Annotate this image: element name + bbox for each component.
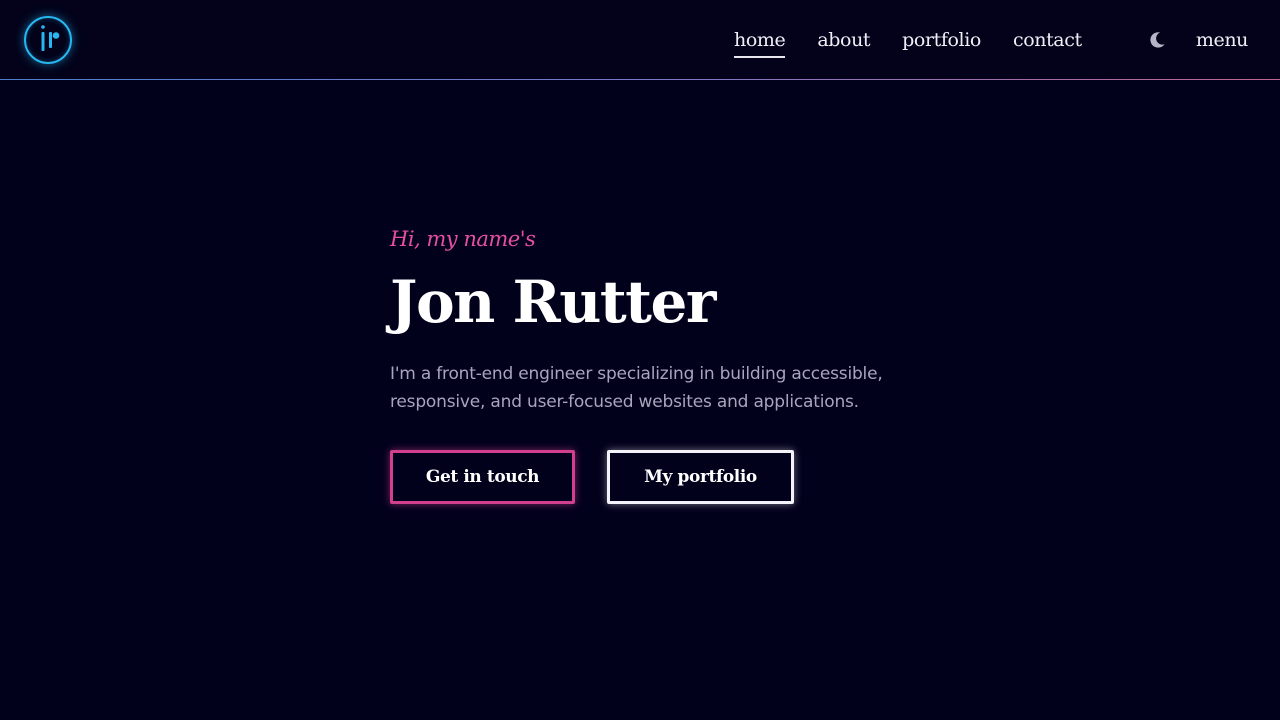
hero-name: Jon Rutter [390,268,716,336]
nav-about-link[interactable]: about [817,28,870,52]
site-header: home about portfolio contact menu [0,0,1280,79]
hero-section: Hi, my name's Jon Rutter I'm a front-end… [390,222,910,504]
header-divider [0,79,1280,80]
nav-portfolio-link[interactable]: portfolio [902,28,981,52]
nav-contact-link[interactable]: contact [1013,28,1082,52]
hero-intro: I'm a front-end engineer specializing in… [390,364,883,412]
logo-mark [41,25,60,51]
hero-greeting: Hi, my name's [390,227,536,251]
main-nav: home about portfolio contact [734,28,1082,58]
page: home about portfolio contact menu Hi, my… [0,0,1280,720]
my-portfolio-button[interactable]: My portfolio [607,450,794,504]
moon-icon[interactable] [1146,29,1168,51]
nav-home-link[interactable]: home [734,28,786,58]
menu-button[interactable]: menu [1196,28,1249,52]
jr-monogram-logo-icon[interactable] [24,16,72,64]
hero-buttons: Get in touch My portfolio [390,450,910,504]
get-in-touch-button[interactable]: Get in touch [390,450,575,504]
moon-glyph [1150,32,1165,48]
